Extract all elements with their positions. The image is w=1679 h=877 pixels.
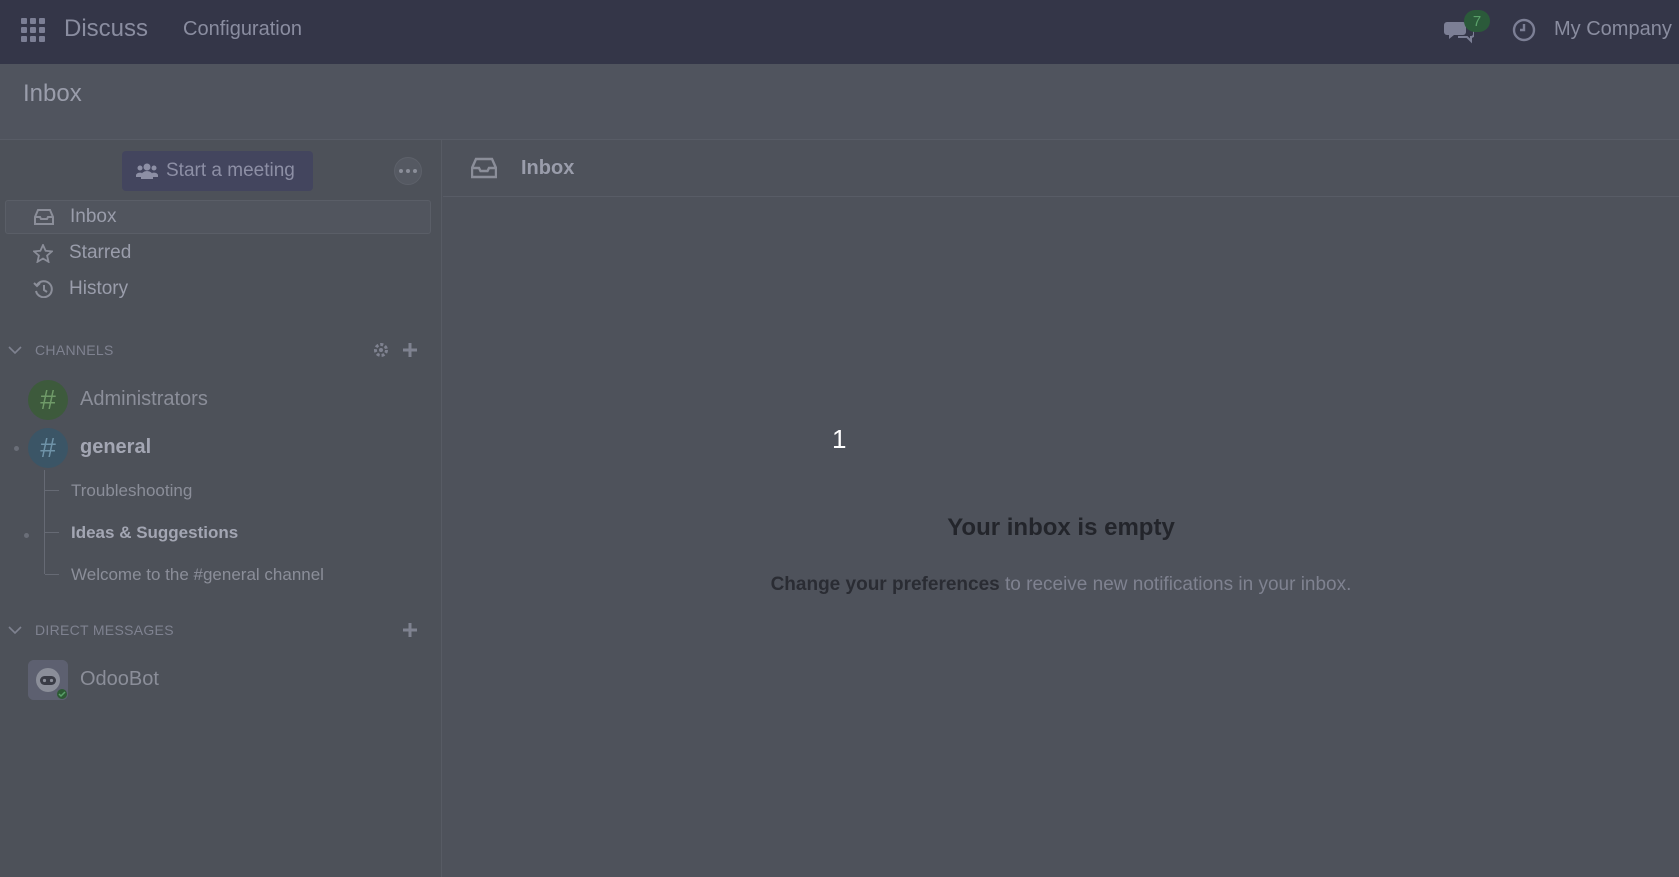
thread-name: Welcome to the #general channel	[71, 565, 324, 584]
chat-count-badge: 7	[1464, 10, 1490, 32]
company-switcher[interactable]: My Company	[1554, 18, 1672, 41]
empty-state-message: Change your preferences to receive new n…	[443, 574, 1679, 596]
thread-item-troubleshooting[interactable]: Troubleshooting	[44, 470, 444, 512]
mailbox-history[interactable]: History	[5, 272, 431, 306]
thread-item-welcome[interactable]: Welcome to the #general channel	[44, 554, 444, 584]
change-preferences-link[interactable]: Change your preferences	[771, 574, 1000, 595]
category-label[interactable]: DIRECT MESSAGES	[35, 622, 174, 638]
thread-name: Ideas & Suggestions	[71, 523, 239, 542]
start-meeting-label: Start a meeting	[166, 160, 295, 181]
mailbox-label: History	[69, 278, 129, 299]
more-options-button[interactable]	[394, 157, 422, 185]
thread-title: Inbox	[521, 157, 575, 179]
start-meeting-button[interactable]: Start a meeting	[122, 151, 313, 191]
chevron-down-icon[interactable]	[8, 343, 22, 357]
top-navbar: Discuss Configuration 7 My Company	[0, 0, 1679, 64]
users-icon	[136, 163, 158, 179]
odoobot-avatar	[28, 660, 68, 700]
chevron-down-icon[interactable]	[8, 623, 22, 637]
app-brand[interactable]: Discuss	[64, 15, 148, 43]
category-label[interactable]: CHANNELS	[35, 342, 114, 358]
empty-state-title: Your inbox is empty	[947, 514, 1175, 541]
star-icon	[33, 243, 53, 263]
history-icon	[33, 280, 53, 298]
empty-state-text: to receive new notifications in your inb…	[999, 574, 1352, 595]
dm-item-odoobot[interactable]: OdooBot	[0, 656, 442, 702]
inbox-icon	[471, 157, 497, 179]
thread-item-ideas[interactable]: Ideas & Suggestions	[44, 512, 444, 554]
thread-header: Inbox	[443, 140, 1679, 197]
channel-item-administrators[interactable]: # Administrators	[0, 376, 442, 422]
menu-configuration[interactable]: Configuration	[183, 18, 302, 41]
discuss-sidebar: Start a meeting Inbox Starred History CH…	[0, 140, 442, 877]
apps-menu-icon[interactable]	[20, 17, 46, 43]
control-panel: Inbox	[0, 64, 1679, 140]
category-direct-messages: DIRECT MESSAGES	[0, 618, 442, 644]
channel-name: general	[80, 436, 152, 458]
add-chat-icon[interactable]	[401, 621, 419, 639]
mailbox-inbox[interactable]: Inbox	[5, 200, 431, 234]
mailbox-starred[interactable]: Starred	[5, 236, 431, 270]
channel-item-general[interactable]: # general	[0, 424, 442, 470]
add-channel-icon[interactable]	[401, 341, 419, 359]
inbox-icon	[34, 209, 54, 225]
page-title: Inbox	[23, 80, 82, 107]
activity-clock-icon[interactable]	[1511, 17, 1537, 43]
category-channels: CHANNELS	[0, 338, 442, 364]
channel-avatar: #	[28, 428, 68, 468]
mailbox-label: Starred	[69, 242, 132, 263]
mailbox-label: Inbox	[70, 206, 117, 227]
channel-avatar: #	[28, 380, 68, 420]
unread-indicator	[24, 533, 29, 538]
step-marker: 1	[832, 424, 847, 454]
thread-name: Troubleshooting	[71, 481, 193, 500]
channel-name: Administrators	[80, 388, 208, 410]
gear-icon[interactable]	[372, 341, 390, 359]
dm-name: OdooBot	[80, 668, 159, 690]
